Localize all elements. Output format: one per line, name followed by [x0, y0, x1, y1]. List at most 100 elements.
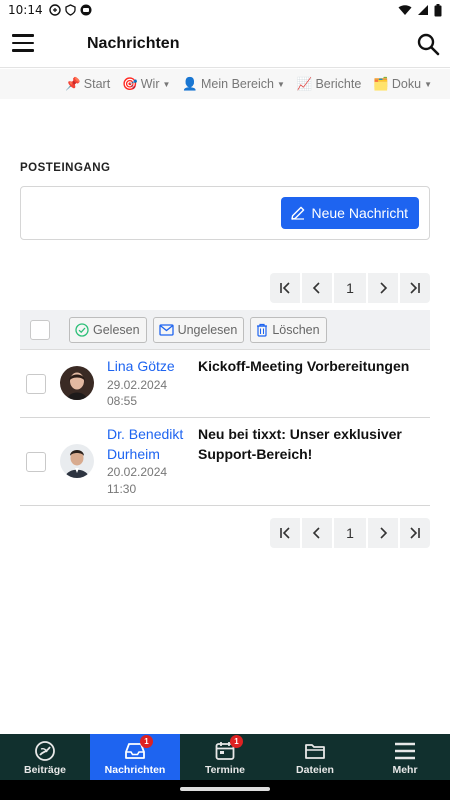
topnav-label: Mein Bereich	[201, 77, 274, 91]
shield-icon	[64, 4, 76, 16]
mark-unread-label: Ungelesen	[177, 322, 238, 337]
caret-down-icon: ▼	[162, 79, 171, 89]
mark-read-label: Gelesen	[93, 322, 140, 337]
message-time: 08:55	[107, 394, 138, 408]
feed-icon	[35, 741, 55, 761]
check-circle-icon	[75, 322, 89, 337]
message-time: 11:30	[107, 482, 137, 496]
page-number-button[interactable]: 1	[334, 518, 366, 548]
unread-badge: 1	[140, 735, 153, 748]
next-page-button[interactable]	[368, 518, 398, 548]
signal-icon	[418, 5, 428, 15]
folder-tabs-icon: 🗂️	[373, 76, 389, 91]
new-message-button[interactable]: Neue Nachricht	[280, 197, 419, 229]
envelope-icon	[158, 323, 174, 336]
sender-name[interactable]: Dr. Benedikt	[107, 424, 183, 444]
bottom-navigation: Beiträge 1 Nachrichten 1 Termine Dateien…	[0, 734, 450, 780]
prev-page-button[interactable]	[302, 518, 332, 548]
search-icon[interactable]	[416, 32, 440, 56]
section-title: POSTEINGANG	[20, 162, 111, 174]
trash-icon	[257, 323, 268, 337]
mark-unread-button[interactable]: Ungelesen	[152, 316, 245, 343]
message-toolbar: Gelesen Ungelesen Löschen	[20, 310, 430, 350]
tab-label: Nachrichten	[104, 764, 166, 776]
avatar	[60, 444, 94, 478]
folder-icon	[305, 744, 325, 759]
target-icon: 🎯	[122, 76, 138, 91]
message-checkbox[interactable]	[26, 374, 46, 394]
sender-name[interactable]: Lina Götze	[107, 356, 175, 376]
status-time: 10:14	[8, 3, 43, 17]
wifi-icon	[398, 5, 412, 15]
sender-name-continued[interactable]: Durheim	[107, 444, 160, 464]
tab-label: Dateien	[296, 764, 334, 776]
status-bar: 10:14	[0, 0, 450, 20]
select-all-checkbox[interactable]	[30, 319, 50, 340]
chevron-right-icon	[380, 527, 388, 539]
notification-icon	[48, 4, 61, 16]
pagination-top: 1	[270, 273, 430, 303]
app-bar: Nachrichten	[0, 20, 450, 68]
topnav-label: Start	[83, 77, 111, 91]
chevron-left-icon	[312, 282, 320, 294]
event-badge: 1	[230, 735, 243, 748]
topnav-label: Wir	[140, 77, 160, 91]
last-page-button[interactable]	[400, 273, 430, 303]
topnav-wir[interactable]: 🎯 Wir ▼	[122, 77, 170, 92]
message-row[interactable]: Lina Götze 29.02.2024 08:55 Kickoff-Meet…	[20, 350, 430, 418]
topnav-doku[interactable]: 🗂️ Doku ▼	[373, 77, 432, 92]
delete-label: Löschen	[272, 322, 320, 337]
topnav-mein-bereich[interactable]: 👤 Mein Bereich ▼	[182, 77, 284, 92]
last-page-icon	[410, 527, 420, 539]
caret-down-icon: ▼	[424, 79, 432, 89]
mark-read-button[interactable]: Gelesen	[69, 316, 147, 343]
avatar	[60, 366, 94, 400]
menu-icon	[395, 742, 415, 760]
last-page-button[interactable]	[400, 518, 430, 548]
message-subject[interactable]: Neu bei tixxt: Unser exklusiver	[198, 424, 423, 444]
system-navigation-bar	[0, 780, 450, 800]
pagination-bottom: 1	[270, 518, 430, 548]
home-gesture-handle[interactable]	[180, 787, 270, 791]
chevron-left-icon	[312, 527, 320, 539]
pencil-icon	[290, 206, 304, 220]
battery-icon	[434, 3, 442, 16]
page-title: Nachrichten	[87, 35, 180, 52]
first-page-button[interactable]	[270, 518, 300, 548]
message-date: 29.02.2024	[107, 378, 168, 392]
chevron-right-icon	[380, 282, 388, 294]
top-navigation: 📌 Start 🎯 Wir ▼ 👤 Mein Bereich ▼ 📈 Beric…	[0, 69, 450, 99]
message-subject[interactable]: Kickoff-Meeting Vorbereitungen	[198, 356, 423, 376]
tab-label: Termine	[204, 764, 246, 776]
tab-mehr[interactable]: Mehr	[360, 734, 450, 780]
compose-panel: Neue Nachricht	[20, 186, 430, 240]
tab-label: Beiträge	[23, 764, 66, 776]
app-status-icon	[80, 4, 92, 16]
delete-button[interactable]: Löschen	[250, 316, 327, 343]
hamburger-menu-icon[interactable]	[12, 34, 34, 52]
chart-icon: 📈	[296, 76, 313, 91]
tab-dateien[interactable]: Dateien	[270, 734, 360, 780]
tab-termine[interactable]: 1 Termine	[180, 734, 270, 780]
page-number-button[interactable]: 1	[334, 273, 366, 303]
topnav-berichte[interactable]: 📈 Berichte	[297, 77, 361, 92]
topnav-label: Doku	[391, 77, 422, 91]
tab-nachrichten[interactable]: 1 Nachrichten	[90, 734, 180, 780]
tab-beitraege[interactable]: Beiträge	[0, 734, 90, 780]
user-icon: 👤	[182, 76, 198, 91]
tab-label: Mehr	[392, 764, 418, 776]
message-checkbox[interactable]	[26, 452, 46, 472]
last-page-icon	[410, 282, 420, 294]
message-subject-continued[interactable]: Support-Bereich!	[198, 444, 423, 464]
topnav-label: Berichte	[315, 77, 362, 91]
pin-icon: 📌	[65, 76, 81, 91]
first-page-icon	[280, 527, 290, 539]
caret-down-icon: ▼	[276, 79, 285, 89]
prev-page-button[interactable]	[302, 273, 332, 303]
first-page-icon	[280, 282, 290, 294]
first-page-button[interactable]	[270, 273, 300, 303]
message-row[interactable]: Dr. Benedikt Durheim 20.02.2024 11:30 Ne…	[20, 418, 430, 506]
new-message-label: Neue Nachricht	[311, 205, 409, 221]
topnav-start[interactable]: 📌 Start	[65, 77, 110, 92]
next-page-button[interactable]	[368, 273, 398, 303]
